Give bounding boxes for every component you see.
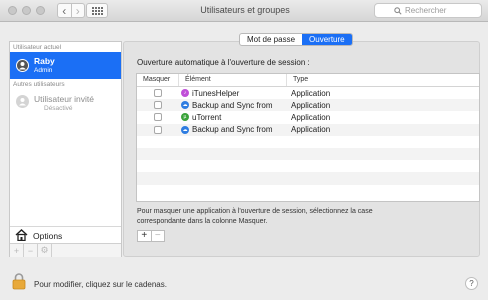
search-field[interactable]: Rechercher [374, 3, 482, 18]
tab-login-items[interactable]: Ouverture [302, 34, 352, 45]
item-name: Backup and Sync from [192, 125, 273, 135]
login-items-table: Masquer Élément Type ♪ iTunesHelper Appl… [136, 73, 480, 202]
empty-row [137, 160, 479, 172]
gear-icon: ⚙ [40, 245, 49, 255]
table-body: ♪ iTunesHelper Application ☁ Backup and … [137, 87, 479, 197]
tab-bar: Mot de passe Ouverture [239, 33, 353, 46]
zoom-window-button[interactable] [36, 6, 45, 15]
person-icon [19, 98, 26, 106]
table-row[interactable]: ♪ iTunesHelper Application [137, 87, 479, 99]
other-users-section-label: Autres utilisateurs [13, 81, 65, 88]
column-header-mask[interactable]: Masquer [137, 74, 179, 86]
show-all-button[interactable] [86, 3, 108, 18]
empty-row [137, 185, 479, 197]
plus-icon: + [13, 245, 20, 256]
current-user-section-label: Utilisateur actuel [13, 44, 62, 51]
hide-hint-text: Pour masquer une application à l'ouvertu… [137, 208, 373, 225]
column-header-element[interactable]: Élément [179, 74, 287, 86]
search-placeholder: Rechercher [405, 6, 447, 15]
login-items-add-remove: + − [137, 230, 165, 242]
empty-row [137, 136, 479, 148]
guest-user-name: Utilisateur invité [34, 94, 94, 104]
hide-checkbox[interactable] [154, 101, 162, 110]
add-login-item-button[interactable]: + [138, 231, 151, 241]
itunes-icon: ♪ [181, 89, 189, 98]
search-icon [394, 7, 402, 15]
table-row[interactable]: ☁ Backup and Sync from Application [137, 99, 479, 112]
table-header: Masquer Élément Type [137, 74, 479, 87]
close-window-button[interactable] [8, 6, 17, 15]
item-type: Application [291, 125, 331, 135]
utorrent-icon: µ [181, 113, 189, 122]
item-name: uTorrent [192, 112, 222, 122]
item-name: Backup and Sync from [192, 100, 273, 110]
item-name: iTunesHelper [192, 88, 240, 98]
tab-password[interactable]: Mot de passe [240, 34, 302, 45]
grid-icon [91, 6, 103, 15]
chevron-left-icon: ‹ [62, 3, 67, 18]
house-icon [15, 229, 28, 241]
login-items-heading: Ouverture automatique à l'ouverture de s… [137, 58, 310, 67]
title-bar: ‹ › Utilisateurs et groupes Rechercher [0, 0, 488, 22]
hide-checkbox[interactable] [154, 125, 162, 134]
item-type: Application [291, 88, 331, 98]
current-user-role: Admin [34, 67, 53, 74]
backup-sync-icon: ☁ [181, 125, 189, 134]
lock-hint-text: Pour modifier, cliquez sur le cadenas. [34, 280, 167, 289]
window-title: Utilisateurs et groupes [200, 5, 290, 15]
empty-row [137, 147, 479, 161]
options-label: Options [33, 231, 63, 241]
guest-avatar [16, 95, 29, 108]
chevron-right-icon: › [75, 3, 80, 18]
item-type: Application [291, 112, 331, 122]
remove-login-item-button[interactable]: − [150, 230, 165, 241]
users-sidebar: Utilisateur actuel Raby Admin Autres uti… [9, 41, 122, 257]
hide-checkbox[interactable] [154, 113, 162, 122]
forward-button[interactable]: › [70, 3, 85, 18]
empty-row [137, 172, 479, 185]
table-row[interactable]: µ uTorrent Application [137, 111, 479, 123]
current-user-name: Raby [34, 56, 55, 66]
add-user-button[interactable]: + [10, 244, 24, 257]
person-icon [17, 60, 28, 71]
table-row[interactable]: ☁ Backup and Sync from Application [137, 123, 479, 136]
history-nav: ‹ › [57, 3, 85, 18]
column-header-type[interactable]: Type [287, 74, 479, 86]
backup-sync-icon: ☁ [181, 101, 189, 110]
help-button[interactable]: ? [465, 277, 478, 290]
plus-icon: + [141, 230, 148, 241]
user-actions-button[interactable]: ⚙ [38, 244, 52, 257]
item-type: Application [291, 100, 331, 110]
login-options-item[interactable]: Options [10, 226, 121, 243]
sidebar-footer: + − ⚙ [10, 243, 121, 257]
sidebar-item-current-user[interactable]: Raby Admin [10, 52, 121, 79]
user-avatar [16, 59, 29, 72]
minimize-window-button[interactable] [22, 6, 31, 15]
minus-icon: − [154, 230, 161, 241]
guest-user-role: Désactivé [44, 105, 73, 112]
minus-icon: − [27, 245, 34, 256]
lock-icon[interactable] [12, 273, 26, 290]
remove-user-button[interactable]: − [24, 244, 38, 257]
back-button[interactable]: ‹ [58, 4, 71, 17]
hide-checkbox[interactable] [154, 89, 162, 98]
